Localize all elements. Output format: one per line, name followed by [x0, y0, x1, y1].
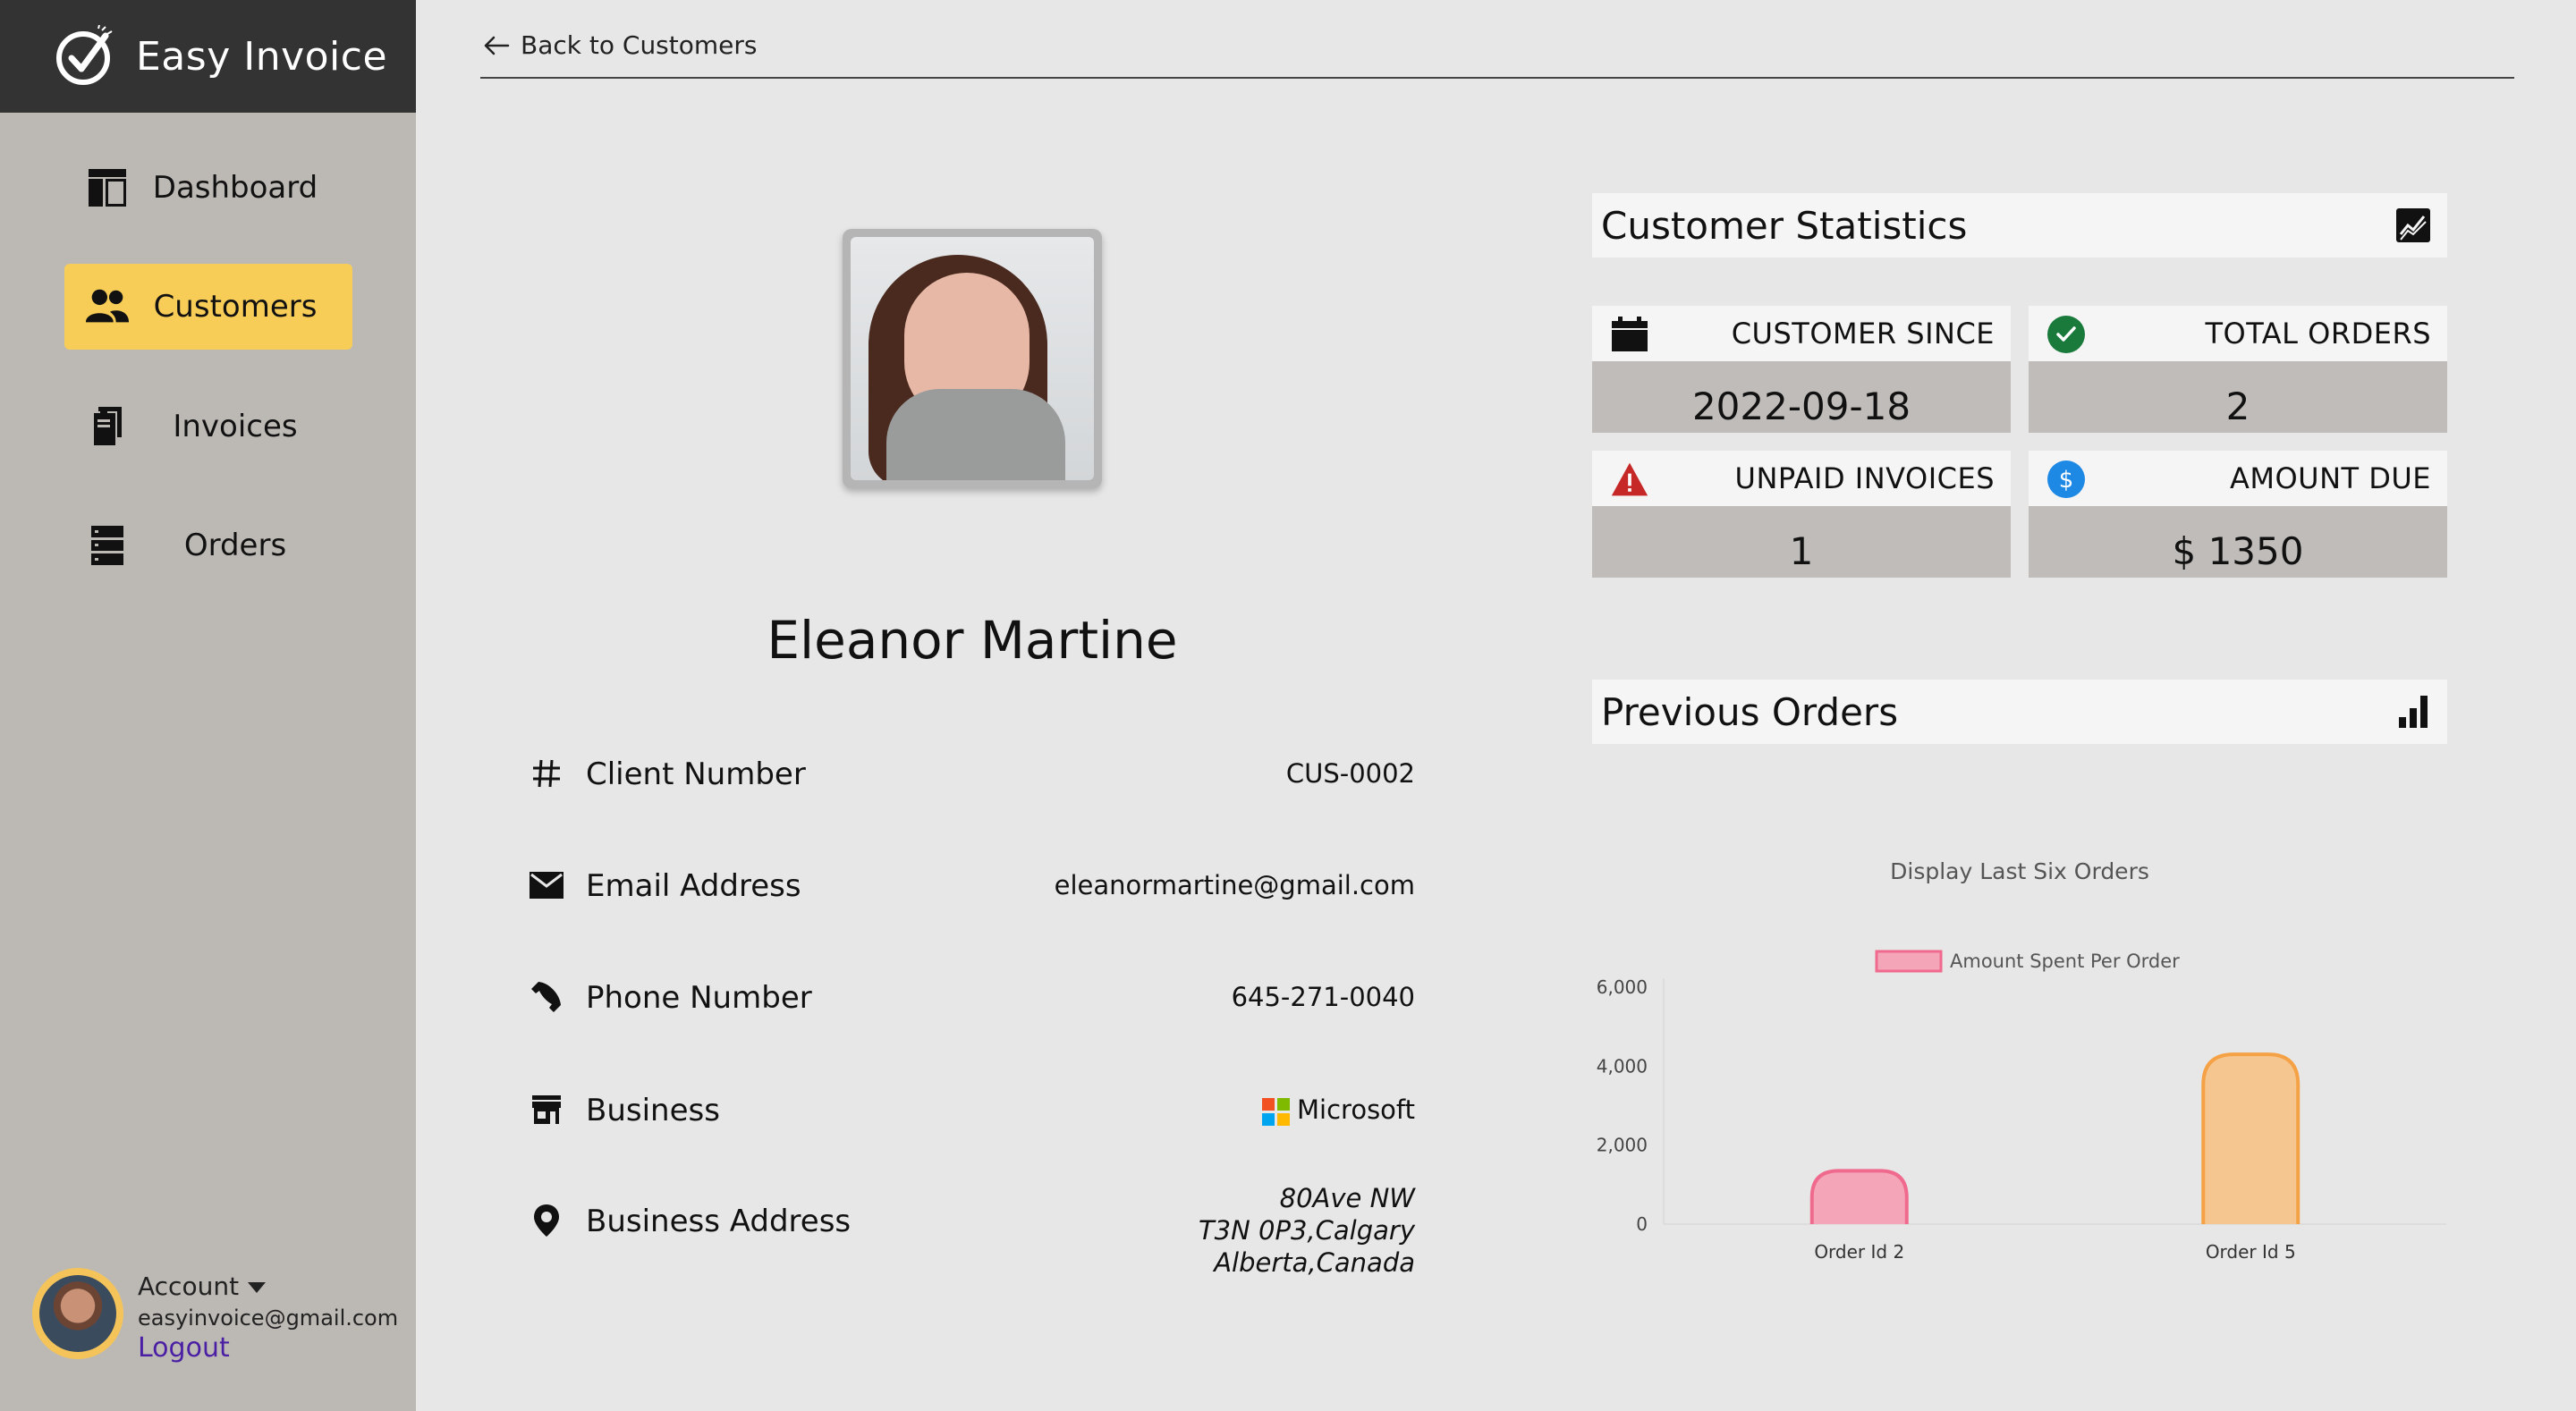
- sidebar: Easy Invoice Dashboard Customers Invoice…: [0, 0, 416, 1411]
- back-label: Back to Customers: [521, 30, 758, 60]
- check-circle-icon: [2046, 315, 2086, 354]
- stat-customer-since: CUSTOMER SINCE 2022-09-18: [1592, 306, 2011, 433]
- calendar-icon: [1610, 315, 1649, 354]
- stat-value: 2: [2225, 384, 2250, 428]
- address-line: Alberta,Canada: [1214, 1247, 1415, 1278]
- y-tick-label: 2,000: [1597, 1135, 1648, 1156]
- client-number-row: Client Number CUS-0002: [528, 748, 1415, 801]
- header-divider: [480, 77, 2514, 79]
- business-value: Microsoft: [1262, 1094, 1415, 1126]
- hash-icon: [528, 755, 565, 792]
- stat-label: CUSTOMER SINCE: [1731, 317, 1995, 351]
- warning-icon: [1610, 460, 1649, 499]
- legend-swatch: [1875, 950, 1943, 973]
- account-dropdown[interactable]: Account: [138, 1272, 267, 1301]
- sidebar-item-customers[interactable]: Customers: [64, 264, 352, 350]
- sidebar-item-label: Dashboard: [152, 170, 318, 206]
- stat-label: AMOUNT DUE: [2229, 461, 2431, 495]
- customer-name: Eleanor Martine: [767, 610, 1178, 671]
- brand-bar: Easy Invoice: [0, 0, 416, 113]
- address-value: 80Ave NW T3N 0P3,Calgary Alberta,Canada: [1199, 1182, 1415, 1279]
- stat-total-orders: TOTAL ORDERS 2: [2029, 306, 2447, 433]
- store-icon: [528, 1091, 565, 1128]
- client-number-value: CUS-0002: [1285, 758, 1415, 789]
- caret-down-icon: [248, 1282, 267, 1293]
- x-tick-label: Order Id 5: [2206, 1241, 2296, 1263]
- previous-orders-header: Previous Orders: [1592, 680, 2447, 744]
- client-number-label: Client Number: [586, 756, 806, 792]
- business-label: Business: [586, 1093, 720, 1128]
- app-name: Easy Invoice: [136, 33, 388, 80]
- arrow-left-icon: [484, 36, 510, 55]
- address-line: 80Ave NW: [1279, 1183, 1415, 1213]
- orders-bar-chart: Amount Spent Per Order 0 2,000 4,000 6,000 Or…: [1597, 950, 2446, 1263]
- stat-value: 1: [1789, 529, 1814, 573]
- sidebar-item-label: Customers: [153, 289, 318, 325]
- logo-check-icon: [56, 25, 113, 85]
- account-email: easyinvoice@gmail.com: [138, 1305, 399, 1331]
- sidebar-item-label: Orders: [183, 528, 287, 563]
- stat-value: 2022-09-18: [1691, 384, 1911, 428]
- trending-chart-icon: [2396, 208, 2430, 242]
- customer-statistics-title: Customer Statistics: [1601, 203, 1968, 248]
- svg-text:$: $: [2059, 467, 2074, 494]
- customer-photo: [843, 229, 1102, 488]
- bar-chart-icon: [2399, 696, 2428, 728]
- dollar-circle-icon: $: [2046, 460, 2086, 499]
- previous-orders-title: Previous Orders: [1601, 689, 1899, 734]
- bar: [2201, 1052, 2301, 1224]
- stat-unpaid-invoices: UNPAID INVOICES 1: [1592, 451, 2011, 578]
- x-tick-label: Order Id 2: [1814, 1241, 1904, 1263]
- business-name: Microsoft: [1297, 1094, 1415, 1125]
- stat-value: $ 1350: [2172, 529, 2304, 573]
- back-to-customers-link[interactable]: Back to Customers: [483, 30, 757, 60]
- email-row: Email Address eleanormartine@gmail.com: [528, 859, 1415, 913]
- sidebar-item-invoices[interactable]: Invoices: [64, 384, 352, 469]
- y-tick-label: 4,000: [1597, 1055, 1648, 1077]
- location-pin-icon: [528, 1202, 565, 1239]
- email-label: Email Address: [586, 868, 801, 904]
- logout-link[interactable]: Logout: [138, 1332, 230, 1364]
- email-icon: [528, 866, 565, 904]
- account-label: Account: [138, 1272, 240, 1301]
- account-section: Account easyinvoice@gmail.com Logout: [32, 1268, 408, 1366]
- phone-icon: [528, 978, 565, 1016]
- stat-label: UNPAID INVOICES: [1734, 461, 1995, 495]
- stat-label: TOTAL ORDERS: [2205, 317, 2431, 351]
- phone-value: 645-271-0040: [1231, 982, 1415, 1012]
- microsoft-logo-icon: [1262, 1097, 1291, 1126]
- sidebar-item-orders[interactable]: Orders: [64, 503, 352, 588]
- bar: [1809, 1169, 1909, 1224]
- stat-amount-due: $ AMOUNT DUE $ 1350: [2029, 451, 2447, 578]
- y-tick-label: 0: [1636, 1213, 1648, 1235]
- address-label: Business Address: [586, 1204, 852, 1239]
- customer-statistics-header: Customer Statistics: [1592, 193, 2447, 258]
- sidebar-item-label: Invoices: [173, 409, 298, 444]
- email-value: eleanormartine@gmail.com: [1054, 870, 1415, 900]
- phone-label: Phone Number: [586, 980, 812, 1016]
- address-line: T3N 0P3,Calgary: [1198, 1215, 1415, 1246]
- address-row: Business Address 80Ave NW T3N 0P3,Calgar…: [528, 1183, 1415, 1278]
- phone-row: Phone Number 645-271-0040: [528, 971, 1415, 1025]
- business-row: Business Microsoft: [528, 1084, 1415, 1137]
- sidebar-item-dashboard[interactable]: Dashboard: [64, 145, 352, 231]
- avatar[interactable]: [32, 1268, 123, 1359]
- legend-label: Amount Spent Per Order: [1950, 951, 2180, 972]
- chart-title: Display Last Six Orders: [1890, 858, 2149, 884]
- y-tick-label: 6,000: [1597, 976, 1648, 998]
